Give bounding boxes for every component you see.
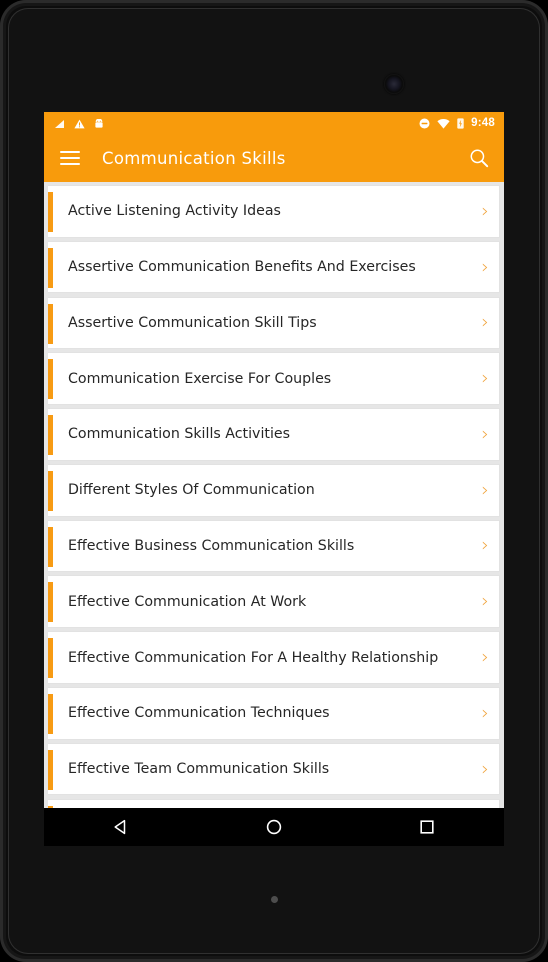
chevron-right-icon: › (481, 199, 489, 222)
list-item-label: Effective Communication For A Healthy Re… (68, 649, 439, 666)
device-frame: 9:48 Communication Skills Active Listeni… (0, 0, 548, 962)
warning-triangle-icon (74, 114, 85, 133)
list-item-accent-bar (48, 192, 53, 232)
status-bar-clock: 9:48 (471, 117, 495, 129)
list-item-accent-bar (48, 359, 53, 400)
chevron-right-icon: › (481, 590, 489, 613)
android-robot-icon (94, 114, 104, 133)
list-item-label: Effective Team Communication Skills (68, 761, 330, 778)
home-circle-icon[interactable] (265, 818, 283, 836)
status-bar-right-icons: 9:48 (419, 114, 495, 133)
chevron-right-icon: › (481, 422, 489, 445)
list-item[interactable]: Assertive Communication Skill Tips › (48, 296, 500, 350)
list-item-label: Different Styles Of Communication (68, 482, 315, 499)
list-item-label: Assertive Communication Benefits And Exe… (68, 259, 416, 276)
list-item-label: Communication Exercise For Couples (68, 370, 332, 387)
list-item-accent-bar (48, 415, 53, 456)
phone-screen: 9:48 Communication Skills Active Listeni… (44, 112, 504, 846)
list-item-label: Assertive Communication Skill Tips (68, 314, 317, 331)
list-item[interactable]: Effective Business Communication Skills › (48, 519, 500, 573)
chevron-right-icon: › (481, 367, 489, 390)
list-item-label: Communication Skills Activities (68, 426, 291, 443)
list-item[interactable]: Effective Communication For A Healthy Re… (48, 631, 500, 684)
android-navigation-bar (44, 808, 504, 846)
chevron-right-icon: › (481, 646, 489, 669)
list-item[interactable]: Communication Skills Activities › (48, 408, 500, 461)
list-item-label: Effective Communication Techniques (68, 705, 330, 722)
chevron-right-icon: › (481, 311, 489, 334)
chevron-right-icon: › (481, 757, 489, 780)
list-item[interactable]: Effective Communication At Work › (48, 575, 500, 629)
list-item[interactable]: Different Styles Of Communication › (48, 463, 500, 517)
list-item-label: Active Listening Activity Ideas (68, 203, 281, 220)
status-bar: 9:48 (44, 112, 504, 134)
back-triangle-icon[interactable] (112, 818, 130, 836)
list-item-label: Effective Communication At Work (68, 593, 307, 610)
list-item-label: Effective Business Communication Skills (68, 537, 355, 554)
list-item[interactable]: Assertive Communication Benefits And Exe… (48, 240, 500, 294)
list-item-accent-bar (48, 470, 53, 511)
hamburger-menu-icon[interactable] (60, 150, 80, 166)
list-item[interactable]: Active Listening Activity Ideas › (48, 185, 500, 238)
chevron-right-icon: › (481, 255, 489, 278)
list-item-accent-bar (48, 582, 53, 623)
list-item[interactable]: Effective Team Communication Skills › (48, 742, 500, 796)
list-item-accent-bar (48, 247, 53, 288)
chevron-right-icon: › (481, 534, 489, 557)
wifi-icon (437, 114, 450, 133)
list-item-accent-bar (48, 526, 53, 567)
notification-led-icon (271, 896, 278, 903)
recents-square-icon[interactable] (418, 818, 436, 836)
chevron-right-icon: › (481, 701, 489, 724)
chevron-right-icon: › (481, 478, 489, 501)
search-icon[interactable] (468, 147, 490, 169)
list-item-accent-bar (48, 638, 53, 679)
battery-charging-icon (457, 114, 464, 133)
list-item-accent-bar (48, 694, 53, 735)
front-camera-icon (384, 74, 404, 94)
status-bar-left-icons (54, 114, 104, 133)
page-title: Communication Skills (102, 148, 286, 168)
topic-list[interactable]: Active Listening Activity Ideas › Assertiv… (44, 182, 504, 846)
list-item-accent-bar (48, 749, 53, 790)
signal-icon (54, 114, 65, 133)
do-not-disturb-icon (419, 114, 430, 133)
app-toolbar: Communication Skills (44, 134, 504, 182)
list-item[interactable]: Communication Exercise For Couples › (48, 352, 500, 405)
list-item[interactable]: Effective Communication Techniques › (48, 687, 500, 740)
list-item-accent-bar (48, 303, 53, 344)
